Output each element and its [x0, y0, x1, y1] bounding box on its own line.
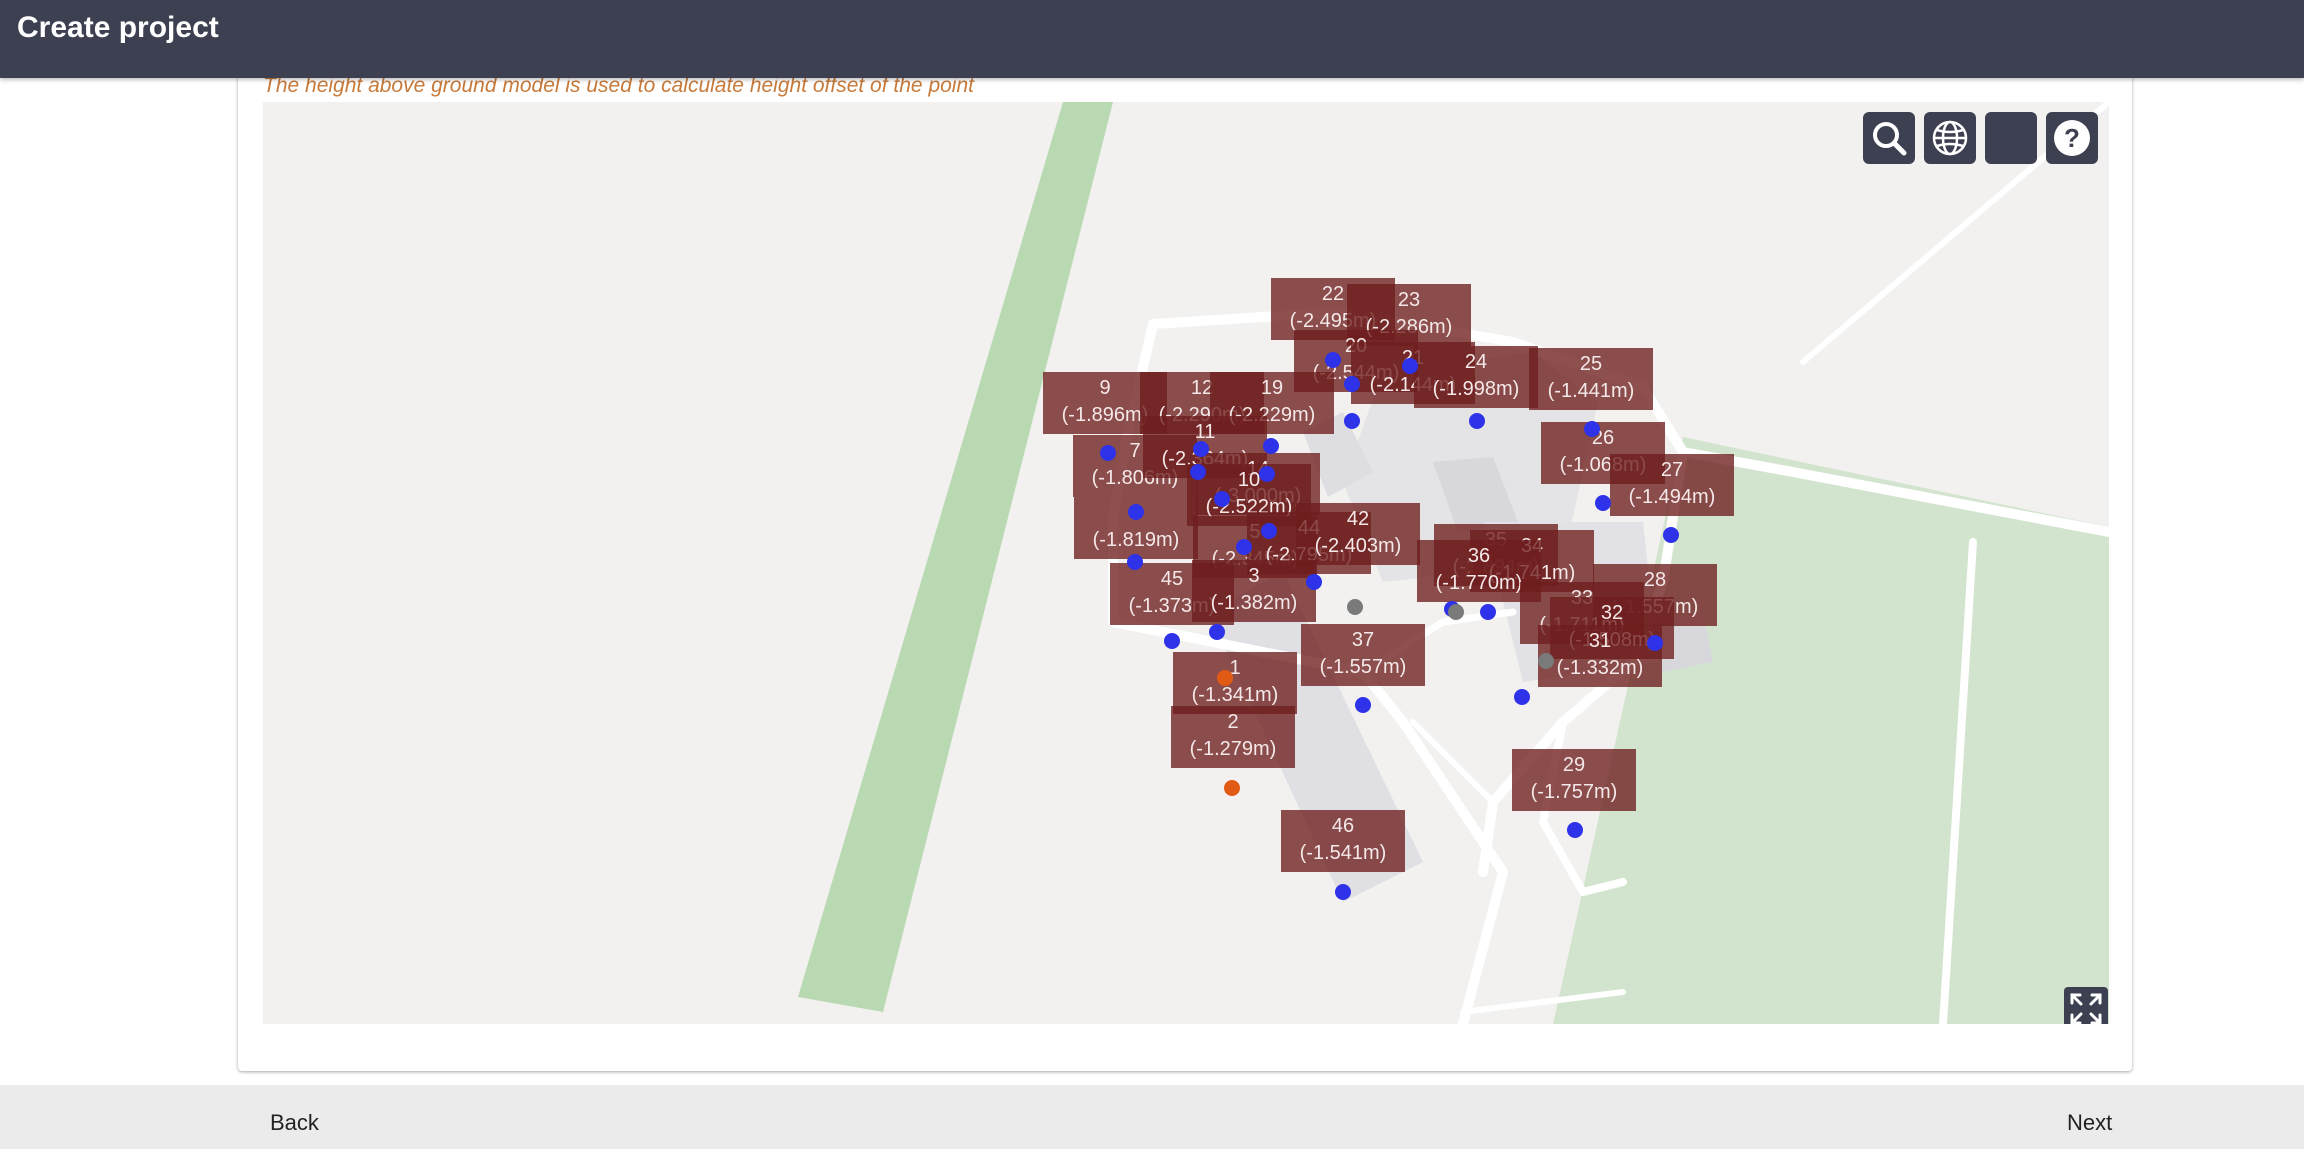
point-id: 2: [1227, 711, 1239, 733]
survey-point-44[interactable]: [1261, 523, 1277, 539]
survey-point-9[interactable]: [1100, 445, 1116, 461]
survey-point-33[interactable]: [1448, 604, 1464, 620]
survey-point-23[interactable]: [1402, 358, 1418, 374]
fullscreen-button[interactable]: [2064, 987, 2108, 1024]
svg-text:?: ?: [2064, 123, 2080, 153]
survey-point-25[interactable]: [1584, 421, 1600, 437]
survey-point-19[interactable]: [1263, 438, 1279, 454]
point-height: (-1.332m): [1556, 657, 1644, 679]
point-height: (-1.341m): [1191, 684, 1279, 706]
survey-point-24[interactable]: [1469, 413, 1485, 429]
park-area-left: [798, 102, 1113, 1012]
wizard-footer: Back Next: [0, 1085, 2304, 1149]
fullscreen-icon: [2070, 993, 2102, 1024]
survey-point-37[interactable]: [1355, 697, 1371, 713]
survey-point-6[interactable]: [1127, 554, 1143, 570]
point-label-37: 37 (-1.557m): [1301, 624, 1425, 686]
point-height: (-1.279m): [1189, 738, 1277, 760]
point-height: (-1.494m): [1628, 486, 1716, 508]
point-label-42: 42 (-2.403m): [1296, 503, 1420, 565]
point-label-46: 46 (-1.541m): [1281, 810, 1405, 872]
survey-point-27[interactable]: [1663, 527, 1679, 543]
survey-point-22[interactable]: [1325, 352, 1341, 368]
blank-map-button[interactable]: [1985, 112, 2037, 164]
point-label-29: 29 (-1.757m): [1512, 749, 1636, 811]
survey-point-7[interactable]: [1128, 504, 1144, 520]
point-id: 37: [1351, 629, 1375, 651]
survey-point-12[interactable]: [1193, 441, 1209, 457]
survey-point-21[interactable]: [1344, 413, 1360, 429]
next-button[interactable]: Next: [2067, 1109, 2112, 1137]
point-height: (-2.403m): [1314, 535, 1402, 557]
survey-point-26[interactable]: [1595, 495, 1611, 511]
point-height: (-1.757m): [1530, 781, 1618, 803]
globe-icon: [1932, 120, 1968, 156]
point-id: 27: [1660, 459, 1684, 481]
point-id: 26: [1591, 427, 1615, 449]
point-id: 23: [1397, 289, 1421, 311]
point-id: 46: [1331, 815, 1355, 837]
page-title: Create project: [17, 11, 219, 44]
search-map-button[interactable]: [1863, 112, 1915, 164]
point-id: 19: [1260, 377, 1284, 399]
survey-point-3[interactable]: [1209, 624, 1225, 640]
map-view[interactable]: 22(-2.495m)23(-2.286m)20(-2.544m)21(-2.1…: [263, 102, 2109, 1024]
survey-point-11[interactable]: [1190, 464, 1206, 480]
survey-point-32[interactable]: [1538, 653, 1554, 669]
point-id: 3: [1248, 565, 1260, 587]
point-id: 25: [1579, 353, 1603, 375]
point-height: (-1.998m): [1432, 378, 1520, 400]
point-height: (-1.382m): [1210, 592, 1298, 614]
point-id: 32: [1600, 602, 1624, 624]
point-label-31: 31 (-1.332m): [1538, 625, 1662, 687]
survey-point-2[interactable]: [1224, 780, 1240, 796]
survey-point-29[interactable]: [1567, 822, 1583, 838]
point-label-24: 24 (-1.998m): [1414, 346, 1538, 408]
survey-point-10[interactable]: [1214, 491, 1230, 507]
survey-point-34[interactable]: [1480, 604, 1496, 620]
survey-point-20[interactable]: [1344, 376, 1360, 392]
point-id: 42: [1346, 508, 1370, 530]
help-map-button[interactable]: ?: [2046, 112, 2098, 164]
point-label-3: 3 (-1.382m): [1192, 560, 1316, 622]
point-label-25: 25 (-1.441m): [1529, 348, 1653, 410]
point-id: 24: [1464, 351, 1488, 373]
survey-point-45[interactable]: [1164, 633, 1180, 649]
survey-point-5[interactable]: [1236, 539, 1252, 555]
globe-layer-button[interactable]: [1924, 112, 1976, 164]
back-button[interactable]: Back: [270, 1109, 319, 1137]
point-height: (-1.441m): [1547, 380, 1635, 402]
point-label-27: 27 (-1.494m): [1610, 454, 1734, 516]
survey-point-31[interactable]: [1514, 689, 1530, 705]
point-height: (-1.557m): [1319, 656, 1407, 678]
point-height: (-1.541m): [1299, 842, 1387, 864]
point-label-1: 1 (-1.341m): [1173, 652, 1297, 714]
point-label-2: 2 (-1.279m): [1171, 706, 1295, 768]
survey-point-14[interactable]: [1259, 466, 1275, 482]
point-id: 29: [1562, 754, 1586, 776]
survey-point-46[interactable]: [1335, 884, 1351, 900]
point-id: 31: [1588, 630, 1612, 652]
point-id: 36: [1467, 545, 1491, 567]
point-id: 1: [1229, 657, 1241, 679]
survey-point-42[interactable]: [1306, 574, 1322, 590]
search-icon: [1873, 122, 1907, 156]
survey-point-28[interactable]: [1647, 635, 1663, 651]
survey-point-1[interactable]: [1217, 670, 1233, 686]
survey-point-36[interactable]: [1347, 599, 1363, 615]
point-height: (-1.819m): [1092, 529, 1180, 551]
question-icon: ?: [2054, 120, 2090, 156]
app-header: Create project: [0, 0, 2304, 78]
